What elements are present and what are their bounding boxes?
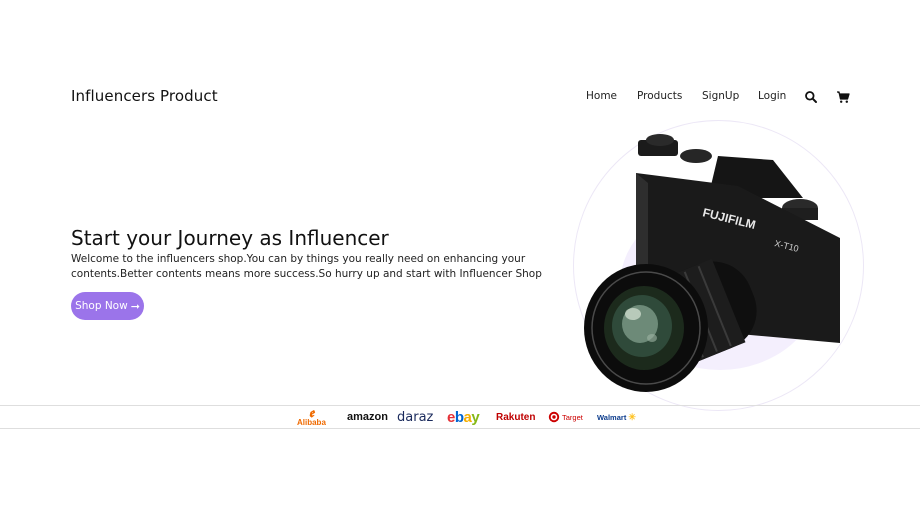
daraz-logo[interactable]: daraz: [397, 406, 433, 428]
shop-now-button[interactable]: Shop Now ➞: [71, 292, 144, 320]
cart-icon[interactable]: [836, 89, 850, 103]
partner-brands-strip: ꬲ Alibaba amazon daraz ebay Rakuten Targ…: [0, 405, 920, 429]
walmart-spark-icon: ✳: [628, 411, 636, 422]
target-logo[interactable]: Target: [548, 406, 583, 428]
nav-login[interactable]: Login: [758, 90, 786, 102]
navbar: Influencers Product Home Products SignUp…: [0, 0, 920, 120]
rakuten-logo[interactable]: Rakuten: [496, 406, 535, 428]
brand-logo[interactable]: Influencers Product: [71, 87, 218, 105]
target-bullseye-icon: [548, 411, 560, 423]
camera-image: FUJIFILM X-T10: [584, 134, 840, 392]
search-icon[interactable]: [804, 89, 818, 103]
alibaba-mark-icon: ꬲ: [308, 405, 315, 420]
nav-signup[interactable]: SignUp: [702, 90, 739, 102]
nav-products[interactable]: Products: [637, 90, 682, 102]
ebay-logo[interactable]: ebay: [447, 406, 480, 428]
camera-dial-iso: [680, 149, 712, 163]
alibaba-logo[interactable]: ꬲ Alibaba: [297, 406, 326, 428]
walmart-logo[interactable]: Walmart ✳: [597, 406, 636, 428]
nav-home[interactable]: Home: [586, 90, 617, 102]
shop-now-label: Shop Now: [75, 300, 128, 312]
hero-description: Welcome to the influencers shop.You can …: [71, 253, 542, 280]
amazon-logo[interactable]: amazon: [347, 406, 388, 428]
hero-title: Start your Journey as Influencer: [71, 226, 389, 250]
camera-dial-top: [646, 134, 674, 146]
arrow-right-icon: ➞: [130, 299, 140, 313]
